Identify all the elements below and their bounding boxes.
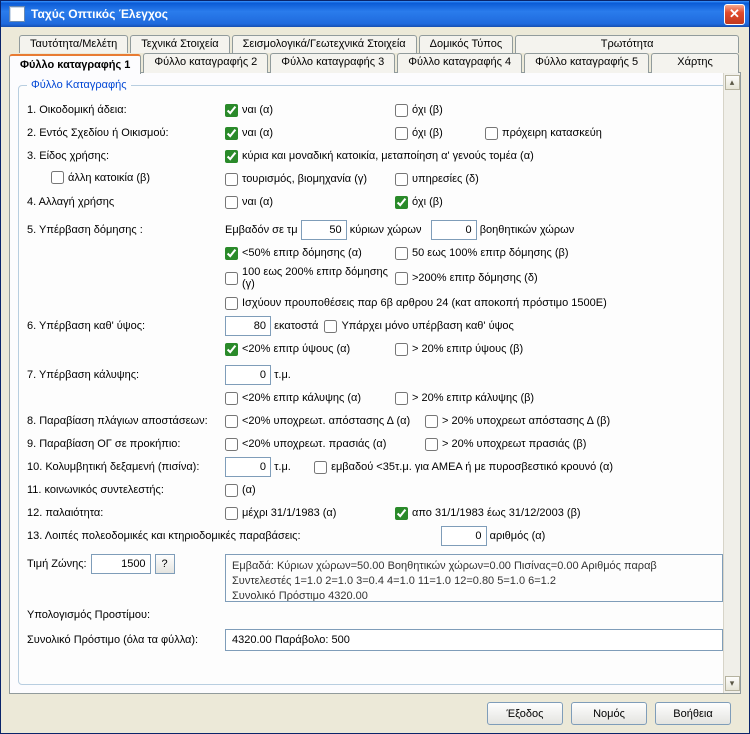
total-value[interactable] — [225, 629, 723, 651]
q4-yes[interactable] — [225, 196, 238, 209]
q10-a[interactable] — [314, 461, 327, 474]
q6-label: 6. Υπέρβαση καθ' ύψος: — [27, 320, 225, 332]
q11-a[interactable] — [225, 484, 238, 497]
tab-vulnerability[interactable]: Τρωτότητα — [515, 35, 739, 53]
tab-map[interactable]: Χάρτης — [651, 53, 739, 73]
calc-label: Υπολογισμός Προστίμου: — [27, 609, 225, 621]
law-button[interactable]: Νομός — [571, 702, 647, 725]
q3-b[interactable] — [51, 171, 64, 184]
help-button[interactable]: Βοήθεια — [655, 702, 731, 725]
app-icon — [9, 6, 25, 22]
q9-a[interactable] — [225, 438, 238, 451]
q7-label: 7. Υπέρβαση κάλυψης: — [27, 369, 225, 381]
q5-c[interactable] — [225, 272, 238, 285]
client-area: Ταυτότητα/Μελέτη Τεχνικά Στοιχεία Σεισμο… — [1, 27, 749, 733]
total-label: Συνολικό Πρόστιμο (όλα τα φύλλα): — [27, 634, 225, 646]
tab-seismo[interactable]: Σεισμολογικά/Γεωτεχνικά Στοιχεία — [232, 35, 417, 53]
tab-sheet-4[interactable]: Φύλλο καταγραφής 4 — [397, 53, 522, 73]
q13-unit: αριθμός (α) — [490, 530, 546, 542]
q3-a[interactable] — [225, 150, 238, 163]
zone-value[interactable] — [91, 554, 151, 574]
tab-panel: ▴ ▾ Φύλλο Καταγραφής 1. Οικοδομική άδεια… — [9, 72, 741, 694]
q5-post: βοηθητικών χώρων — [480, 224, 575, 236]
q3-label: 3. Είδος χρήσης: — [27, 150, 225, 162]
q13-label: 13. Λοιπές πολεοδομικές και κτηριοδομικέ… — [27, 530, 331, 542]
q10-value[interactable] — [225, 457, 271, 477]
q5-area-main[interactable] — [301, 220, 347, 240]
fieldset-legend: Φύλλο Καταγραφής — [27, 79, 131, 91]
close-icon[interactable]: ✕ — [724, 4, 745, 25]
q6-unit: εκατοστά — [274, 320, 318, 332]
q8-a[interactable] — [225, 415, 238, 428]
tab-sheet-3[interactable]: Φύλλο καταγραφής 3 — [270, 53, 395, 73]
tab-sheet-5[interactable]: Φύλλο καταγραφής 5 — [524, 53, 649, 73]
tabs-sub: Φύλλο καταγραφής 1 Φύλλο καταγραφής 2 Φύ… — [9, 53, 741, 73]
scrollbar[interactable]: ▴ ▾ — [723, 73, 740, 693]
q12-a[interactable] — [225, 507, 238, 520]
q6-a[interactable] — [225, 343, 238, 356]
tab-structural[interactable]: Δομικός Τύπος — [419, 35, 514, 53]
q7-unit: τ.μ. — [274, 369, 291, 381]
q11-label: 11. κοινωνικός συντελεστής: — [27, 484, 225, 496]
q2-no[interactable] — [395, 127, 408, 140]
q1-yes[interactable] — [225, 104, 238, 117]
q2-temp[interactable] — [485, 127, 498, 140]
q7-b[interactable] — [395, 392, 408, 405]
q9-label: 9. Παραβίαση ΟΓ σε προκήπιο: — [27, 438, 225, 450]
q5-pre: Εμβαδόν σε τμ — [225, 224, 298, 236]
tab-technical[interactable]: Τεχνικά Στοιχεία — [130, 35, 229, 53]
scroll-up-icon[interactable]: ▴ — [725, 75, 740, 90]
tab-identity[interactable]: Ταυτότητα/Μελέτη — [19, 35, 128, 53]
tab-sheet-1[interactable]: Φύλλο καταγραφής 1 — [9, 54, 141, 74]
q2-label: 2. Εντός Σχεδίου ή Οικισμού: — [27, 127, 225, 139]
q7-value[interactable] — [225, 365, 271, 385]
exit-button[interactable]: Έξοδος — [487, 702, 563, 725]
scroll-down-icon[interactable]: ▾ — [725, 676, 740, 691]
q5-area-aux[interactable] — [431, 220, 477, 240]
q5-b[interactable] — [395, 247, 408, 260]
q2-yes[interactable] — [225, 127, 238, 140]
q3-c[interactable] — [225, 173, 238, 186]
q13-value[interactable] — [441, 526, 487, 546]
titlebar: Ταχύς Οπτικός Έλεγχος ✕ — [1, 1, 749, 27]
q6-only[interactable] — [324, 320, 337, 333]
q9-b[interactable] — [425, 438, 438, 451]
q10-unit: τ.μ. — [274, 461, 314, 473]
q7-a[interactable] — [225, 392, 238, 405]
q5-e[interactable] — [225, 297, 238, 310]
footer-buttons: Έξοδος Νομός Βοήθεια — [9, 694, 741, 725]
q12-b[interactable] — [395, 507, 408, 520]
tabs-top: Ταυτότητα/Μελέτη Τεχνικά Στοιχεία Σεισμο… — [19, 35, 741, 53]
q8-b[interactable] — [425, 415, 438, 428]
q1-label: 1. Οικοδομική άδεια: — [27, 104, 225, 116]
q10-label: 10. Κολυμβητική δεξαμενή (πισίνα): — [27, 461, 225, 473]
q5-label: 5. Υπέρβαση δόμησης : — [27, 224, 225, 236]
q6-b[interactable] — [395, 343, 408, 356]
tab-sheet-2[interactable]: Φύλλο καταγραφής 2 — [143, 53, 268, 73]
q12-label: 12. παλαιότητα: — [27, 507, 225, 519]
calc-output: Εμβαδά: Κύριων χώρων=50.00 Βοηθητικών χώ… — [225, 554, 723, 602]
zone-label: Τιμή Ζώνης: — [27, 558, 87, 570]
q6-height[interactable] — [225, 316, 271, 336]
app-window: Ταχύς Οπτικός Έλεγχος ✕ Ταυτότητα/Μελέτη… — [0, 0, 750, 734]
window-title: Ταχύς Οπτικός Έλεγχος — [31, 7, 168, 21]
q1-no[interactable] — [395, 104, 408, 117]
zone-help-button[interactable]: ? — [155, 554, 175, 574]
q5-d[interactable] — [395, 272, 408, 285]
q4-label: 4. Αλλαγή χρήσης — [27, 196, 225, 208]
q4-no[interactable] — [395, 196, 408, 209]
q8-label: 8. Παραβίαση πλάγιων αποστάσεων: — [27, 415, 225, 427]
q5-mid: κύριων χώρων — [350, 224, 422, 236]
q3-d[interactable] — [395, 173, 408, 186]
q5-a[interactable] — [225, 247, 238, 260]
record-sheet-fieldset: Φύλλο Καταγραφής 1. Οικοδομική άδεια: να… — [18, 79, 732, 685]
